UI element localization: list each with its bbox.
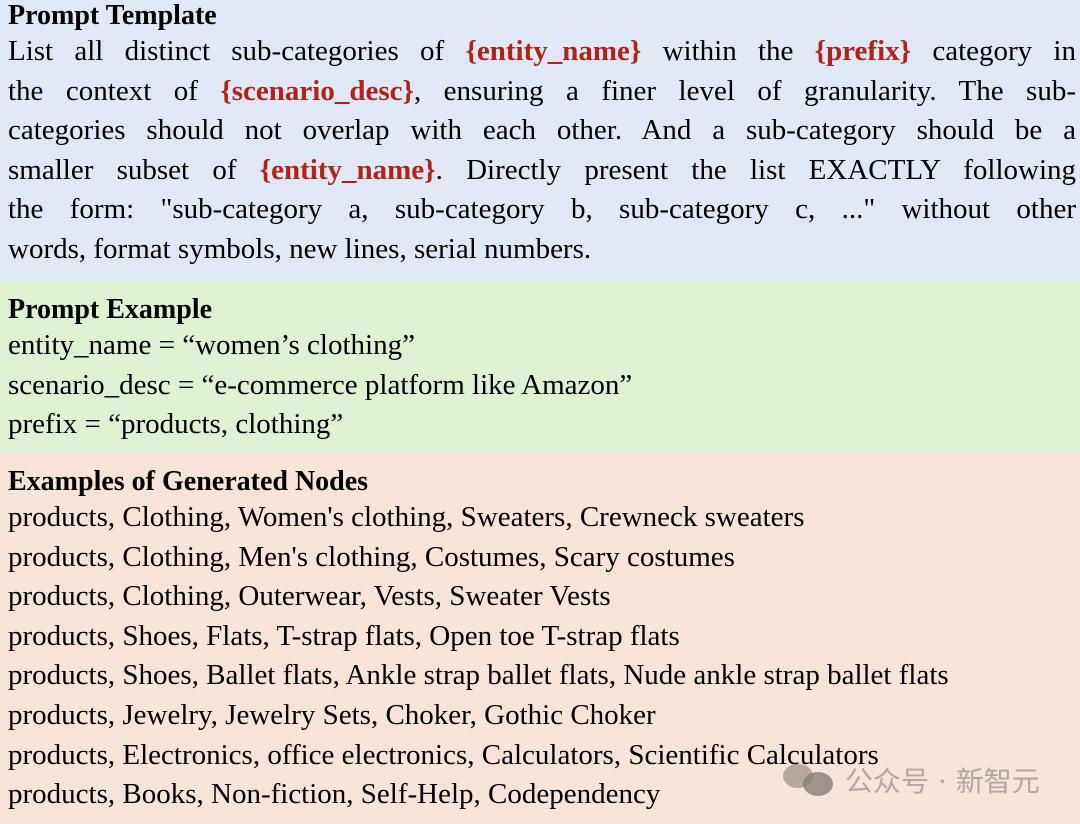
node-line: products, Shoes, Ballet flats, Ankle str… — [8, 659, 949, 692]
node-line: products, Clothing, Men's clothing, Cost… — [8, 540, 735, 573]
template-line: the context of {scenario_desc}, ensuring… — [8, 72, 1076, 112]
prompt-template-body: List all distinct sub-categories of {ent… — [8, 32, 1076, 270]
template-text: the form: "sub-category a, sub-category … — [8, 193, 1076, 226]
example-line-prefix: prefix = “products, clothing” — [8, 408, 344, 441]
template-line: the form: "sub-category a, sub-category … — [8, 190, 1076, 230]
template-variable: {entity_name} — [259, 153, 436, 186]
prompt-example-section: Prompt Example entity_name = “women’s cl… — [0, 282, 1080, 454]
template-text: , ensuring a finer level of granularity.… — [413, 74, 1076, 107]
template-variable: {entity_name} — [465, 35, 642, 67]
generated-nodes-heading: Examples of Generated Nodes — [8, 466, 369, 497]
wechat-icon — [783, 762, 837, 798]
template-line: categories should not overlap with each … — [8, 111, 1076, 151]
example-line-scenario-desc: scenario_desc = “e-commerce platform lik… — [8, 368, 633, 401]
template-line: smaller subset of {entity_name}. Directl… — [8, 151, 1076, 191]
template-text: smaller subset of — [8, 153, 260, 186]
watermark: 公众号 · 新智元 — [783, 762, 1040, 798]
prompt-template-heading: Prompt Template — [8, 0, 217, 31]
prompt-template-section: Prompt Template List all distinct sub-ca… — [0, 0, 1080, 282]
template-text: words, format symbols, new lines, serial… — [8, 232, 592, 265]
template-line: words, format symbols, new lines, serial… — [8, 230, 1076, 270]
template-text: List all distinct sub-categories of — [8, 35, 466, 67]
template-variable: {scenario_desc} — [220, 74, 414, 107]
template-text: category in — [911, 35, 1076, 67]
node-line: products, Clothing, Outerwear, Vests, Sw… — [8, 580, 611, 613]
node-line: products, Jewelry, Jewelry Sets, Choker,… — [8, 698, 656, 731]
node-line: products, Shoes, Flats, T-strap flats, O… — [8, 619, 680, 652]
template-text: categories should not overlap with each … — [8, 114, 1076, 147]
watermark-text: 公众号 · 新智元 — [845, 765, 1040, 798]
template-text: the context of — [8, 74, 221, 107]
example-line-entity-name: entity_name = “women’s clothing” — [8, 329, 415, 361]
template-line: List all distinct sub-categories of {ent… — [8, 32, 1076, 72]
node-line: products, Clothing, Women's clothing, Sw… — [8, 501, 805, 533]
prompt-example-heading: Prompt Example — [8, 294, 213, 325]
template-text: within the — [641, 35, 815, 67]
template-text: . Directly present the list EXACTLY foll… — [435, 153, 1076, 186]
template-variable: {prefix} — [814, 35, 912, 67]
